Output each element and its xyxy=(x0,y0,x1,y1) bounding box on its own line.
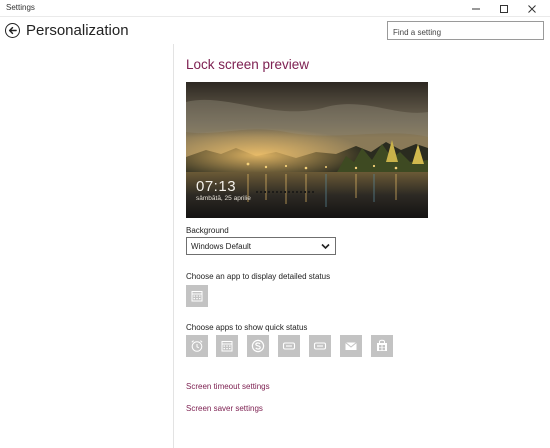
search-box[interactable] xyxy=(387,21,544,41)
phone-icon xyxy=(282,342,296,350)
messaging-icon xyxy=(313,342,327,350)
background-selected-value: Windows Default xyxy=(191,242,252,251)
background-label: Background xyxy=(186,226,229,235)
quick-status-app-skype[interactable] xyxy=(247,335,269,357)
calendar-icon xyxy=(191,291,203,302)
quick-status-app-messaging[interactable] xyxy=(309,335,331,357)
close-button[interactable] xyxy=(518,0,546,17)
skype-icon xyxy=(251,339,265,353)
lock-screen-panel: Lock screen preview 07:13 sâmbătă, 25 ap… xyxy=(186,44,546,448)
store-icon xyxy=(377,339,387,351)
maximize-button[interactable] xyxy=(490,0,518,17)
sidebar xyxy=(0,44,174,448)
lock-screen-time: 07:13 xyxy=(196,178,237,195)
screen-saver-settings-link[interactable]: Screen saver settings xyxy=(186,404,263,413)
quick-status-app-mail[interactable] xyxy=(340,335,362,357)
back-button[interactable] xyxy=(5,23,20,38)
minimize-icon xyxy=(472,8,480,9)
close-icon xyxy=(528,4,536,13)
mail-icon xyxy=(345,342,357,350)
maximize-icon xyxy=(500,4,508,13)
quick-status-label: Choose apps to show quick status xyxy=(186,323,308,332)
quick-status-app-store[interactable] xyxy=(371,335,393,357)
detailed-status-app-button[interactable] xyxy=(186,285,208,307)
lock-screen-heading: Lock screen preview xyxy=(186,57,310,72)
quick-status-app-phone[interactable] xyxy=(278,335,300,357)
background-dropdown[interactable]: Windows Default xyxy=(186,237,336,255)
quick-status-app-calendar[interactable] xyxy=(216,335,238,357)
chevron-down-icon xyxy=(321,243,330,250)
alarm-clock-icon xyxy=(191,340,203,352)
lock-screen-date: sâmbătă, 25 aprilie xyxy=(196,195,251,202)
search-input[interactable] xyxy=(388,24,543,41)
window-title: Settings xyxy=(6,3,35,12)
detailed-status-label: Choose an app to display detailed status xyxy=(186,272,331,281)
back-arrow-icon xyxy=(8,26,17,35)
minimize-button[interactable] xyxy=(462,0,490,17)
window-title-bar: Settings xyxy=(0,0,550,17)
quick-status-app-alarm[interactable] xyxy=(186,335,208,357)
lock-screen-preview-image: 07:13 sâmbătă, 25 aprilie xyxy=(186,82,428,218)
page-title: Personalization xyxy=(26,22,129,39)
screen-timeout-settings-link[interactable]: Screen timeout settings xyxy=(186,382,270,391)
calendar-icon xyxy=(221,341,233,352)
settings-header: Personalization xyxy=(0,17,550,44)
